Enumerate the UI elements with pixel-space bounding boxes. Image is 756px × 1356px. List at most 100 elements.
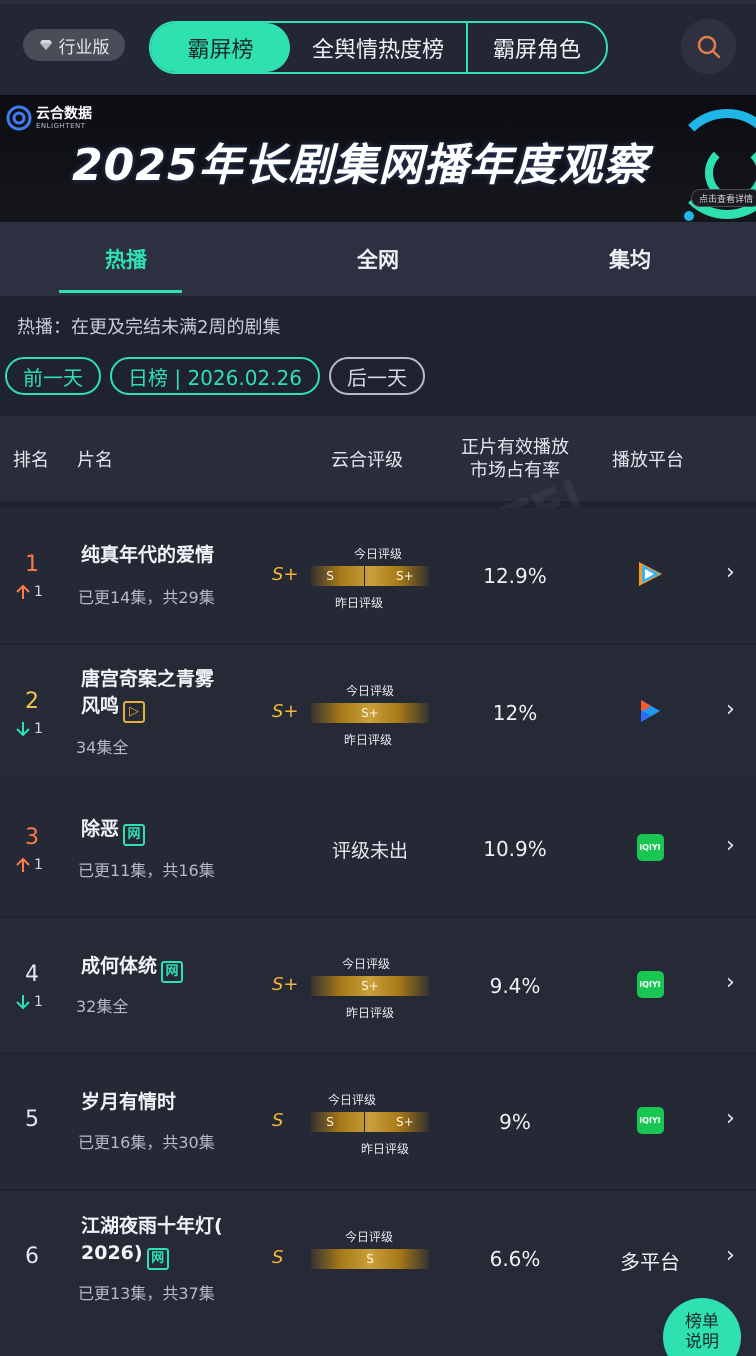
platform: iQIYI [620, 1107, 680, 1134]
platform-multi: 多平台 [620, 1250, 680, 1274]
enlightent-logo: 云合数据 ENLIGHTENT [6, 105, 92, 131]
col-grade: 云合评级 [331, 449, 403, 471]
web-drama-badge: 网 [146, 1247, 169, 1270]
yesterday-grade-label: 昨日评级 [335, 596, 384, 610]
diamond-icon [39, 40, 52, 50]
web-drama-badge: 网 [161, 960, 184, 983]
yesterday-grade-label: 昨日评级 [344, 733, 393, 747]
segment-dominant-roles[interactable]: 霸屏角色 [468, 23, 606, 72]
col-market-share-line2: 市场占有率 [470, 459, 560, 481]
grade-value: S [272, 1110, 284, 1131]
episode-status: 已更16集，共30集 [78, 1133, 215, 1152]
iqiyi-icon: iQIYI [636, 971, 664, 998]
rank-number: 4 [25, 962, 39, 987]
edition-label: 行业版 [58, 37, 110, 58]
chevron-right-icon[interactable]: › [726, 833, 735, 858]
platform: iQIYI [620, 971, 680, 998]
next-day-button[interactable]: 后一天 [328, 357, 425, 395]
col-market-share: 正片有效播放 市场占有率 [455, 416, 575, 501]
drama-title-text: 除恶 [81, 818, 120, 840]
segment-public-opinion-heat[interactable]: 全舆情热度榜 [290, 23, 468, 72]
episode-status: 32集全 [76, 997, 129, 1016]
web-drama-badge: 网 [123, 823, 146, 846]
market-share: 9.4% [489, 974, 541, 998]
grade-pending: 评级未出 [331, 840, 408, 862]
drama-title: 纯真年代的爱情 [81, 544, 215, 566]
grade-divider [364, 1112, 366, 1132]
yesterday-grade-label: 昨日评级 [346, 1006, 395, 1020]
yesterday-grade: S+ [396, 1115, 414, 1129]
platform [620, 560, 680, 588]
table-header: 排名 片名 云合评级 正片有效播放 市场占有率 播放平台 [0, 416, 756, 501]
rank-number: 3 [25, 825, 39, 850]
rank-number: 2 [25, 689, 39, 714]
search-button[interactable] [681, 19, 736, 74]
logo-text-cn: 云合数据 [36, 105, 92, 122]
arrow-down-icon [16, 722, 30, 737]
tab-per-episode[interactable]: 集均 [504, 222, 756, 296]
banner-detail-button[interactable]: 点击查看详情 [691, 189, 756, 207]
market-share: 9% [499, 1110, 531, 1134]
drama-title-line2-text: 2026) [81, 1242, 143, 1264]
table-row[interactable]: 1 1 纯真年代的爱情 已更14集，共29集 S+ 今日评级 S S+ 昨日评级… [0, 508, 756, 643]
episode-status: 34集全 [76, 738, 129, 757]
col-rank: 排名 [13, 449, 49, 471]
rank-number: 1 [25, 552, 39, 577]
chevron-right-icon[interactable]: › [726, 560, 735, 585]
top-divider [0, 0, 756, 4]
today-grade: S [326, 1115, 334, 1129]
table-row[interactable]: 4 1 成何体统网 32集全 S+ 今日评级 S+ 昨日评级 9.4% iQIY… [0, 918, 756, 1053]
arrow-up-icon [16, 857, 30, 872]
play-badge-icon: ▷ [123, 700, 146, 723]
yesterday-grade-label: 昨日评级 [361, 1142, 410, 1156]
prev-day-button[interactable]: 前一天 [5, 357, 101, 395]
chevron-right-icon[interactable]: › [726, 697, 735, 722]
episode-status: 已更13集，共37集 [78, 1284, 215, 1303]
grade-value: S+ [272, 701, 299, 722]
grade-combined: S+ [361, 979, 379, 993]
drama-title: 成何体统网 [81, 953, 184, 983]
current-date-button[interactable]: 日榜 | 2026.02.26 [110, 357, 320, 395]
list-type-tabs: 热播 全网 集均 [0, 222, 756, 296]
market-share: 6.6% [489, 1247, 541, 1271]
platform: iQIYI [620, 834, 680, 861]
promo-banner[interactable]: 云合数据 ENLIGHTENT 2025年长剧集网播年度观察 点击查看详情 [0, 95, 756, 222]
iqiyi-icon: iQIYI [636, 1107, 664, 1134]
grade-combined: S+ [361, 706, 379, 720]
rank-change: 1 [16, 584, 43, 600]
iqiyi-icon: iQIYI [636, 834, 664, 861]
arrow-up-icon [16, 584, 30, 599]
market-share: 12.9% [483, 564, 547, 588]
today-grade-label: 今日评级 [345, 1230, 394, 1244]
edition-badge[interactable]: 行业版 [23, 29, 125, 61]
rank-change-value: 1 [34, 584, 43, 600]
ranking-segmented-control: 霸屏榜 全舆情热度榜 霸屏角色 [149, 21, 608, 74]
arrow-down-icon [16, 995, 30, 1010]
grade-divider [364, 566, 366, 586]
chevron-right-icon[interactable]: › [726, 1243, 735, 1268]
drama-title-text: 成何体统 [81, 955, 158, 977]
drama-title: 唐宫奇案之青雾 风鸣 ▷ [81, 666, 214, 723]
table-row[interactable]: 6 江湖夜雨十年灯( 2026) 网 已更13集，共37集 S 今日评级 S 6.… [0, 1191, 756, 1356]
drama-title: 江湖夜雨十年灯( 2026) 网 [81, 1213, 223, 1270]
segment-dominance-list[interactable]: 霸屏榜 [151, 23, 290, 72]
chevron-right-icon[interactable]: › [726, 1106, 735, 1131]
table-row[interactable]: 5 岁月有情时 已更16集，共30集 S 今日评级 S S+ 昨日评级 9% i… [0, 1054, 756, 1189]
col-platform: 播放平台 [612, 449, 684, 471]
chevron-right-icon[interactable]: › [726, 970, 735, 995]
tab-hot[interactable]: 热播 [0, 222, 252, 296]
table-row[interactable]: 2 1 唐宫奇案之青雾 风鸣 ▷ 34集全 S+ 今日评级 S+ 昨日评级 12%… [0, 645, 756, 780]
col-market-share-line1: 正片有效播放 [461, 436, 569, 458]
banner-indicator-dot [684, 211, 694, 221]
drama-title-line1: 唐宫奇案之青雾 [81, 668, 215, 690]
grade-bar: S S+ [311, 566, 429, 586]
grade-combined: S [366, 1252, 374, 1266]
table-row[interactable]: 3 1 除恶网 已更11集，共16集 评级未出 10.9% iQIYI › [0, 781, 756, 916]
drama-title-line1: 江湖夜雨十年灯( [81, 1215, 223, 1237]
drama-title: 除恶网 [81, 816, 146, 846]
today-grade: S+ [396, 569, 414, 583]
tab-all-network[interactable]: 全网 [252, 222, 504, 296]
market-share: 12% [492, 701, 538, 725]
rank-change: 1 [16, 994, 43, 1010]
platform [620, 697, 680, 725]
